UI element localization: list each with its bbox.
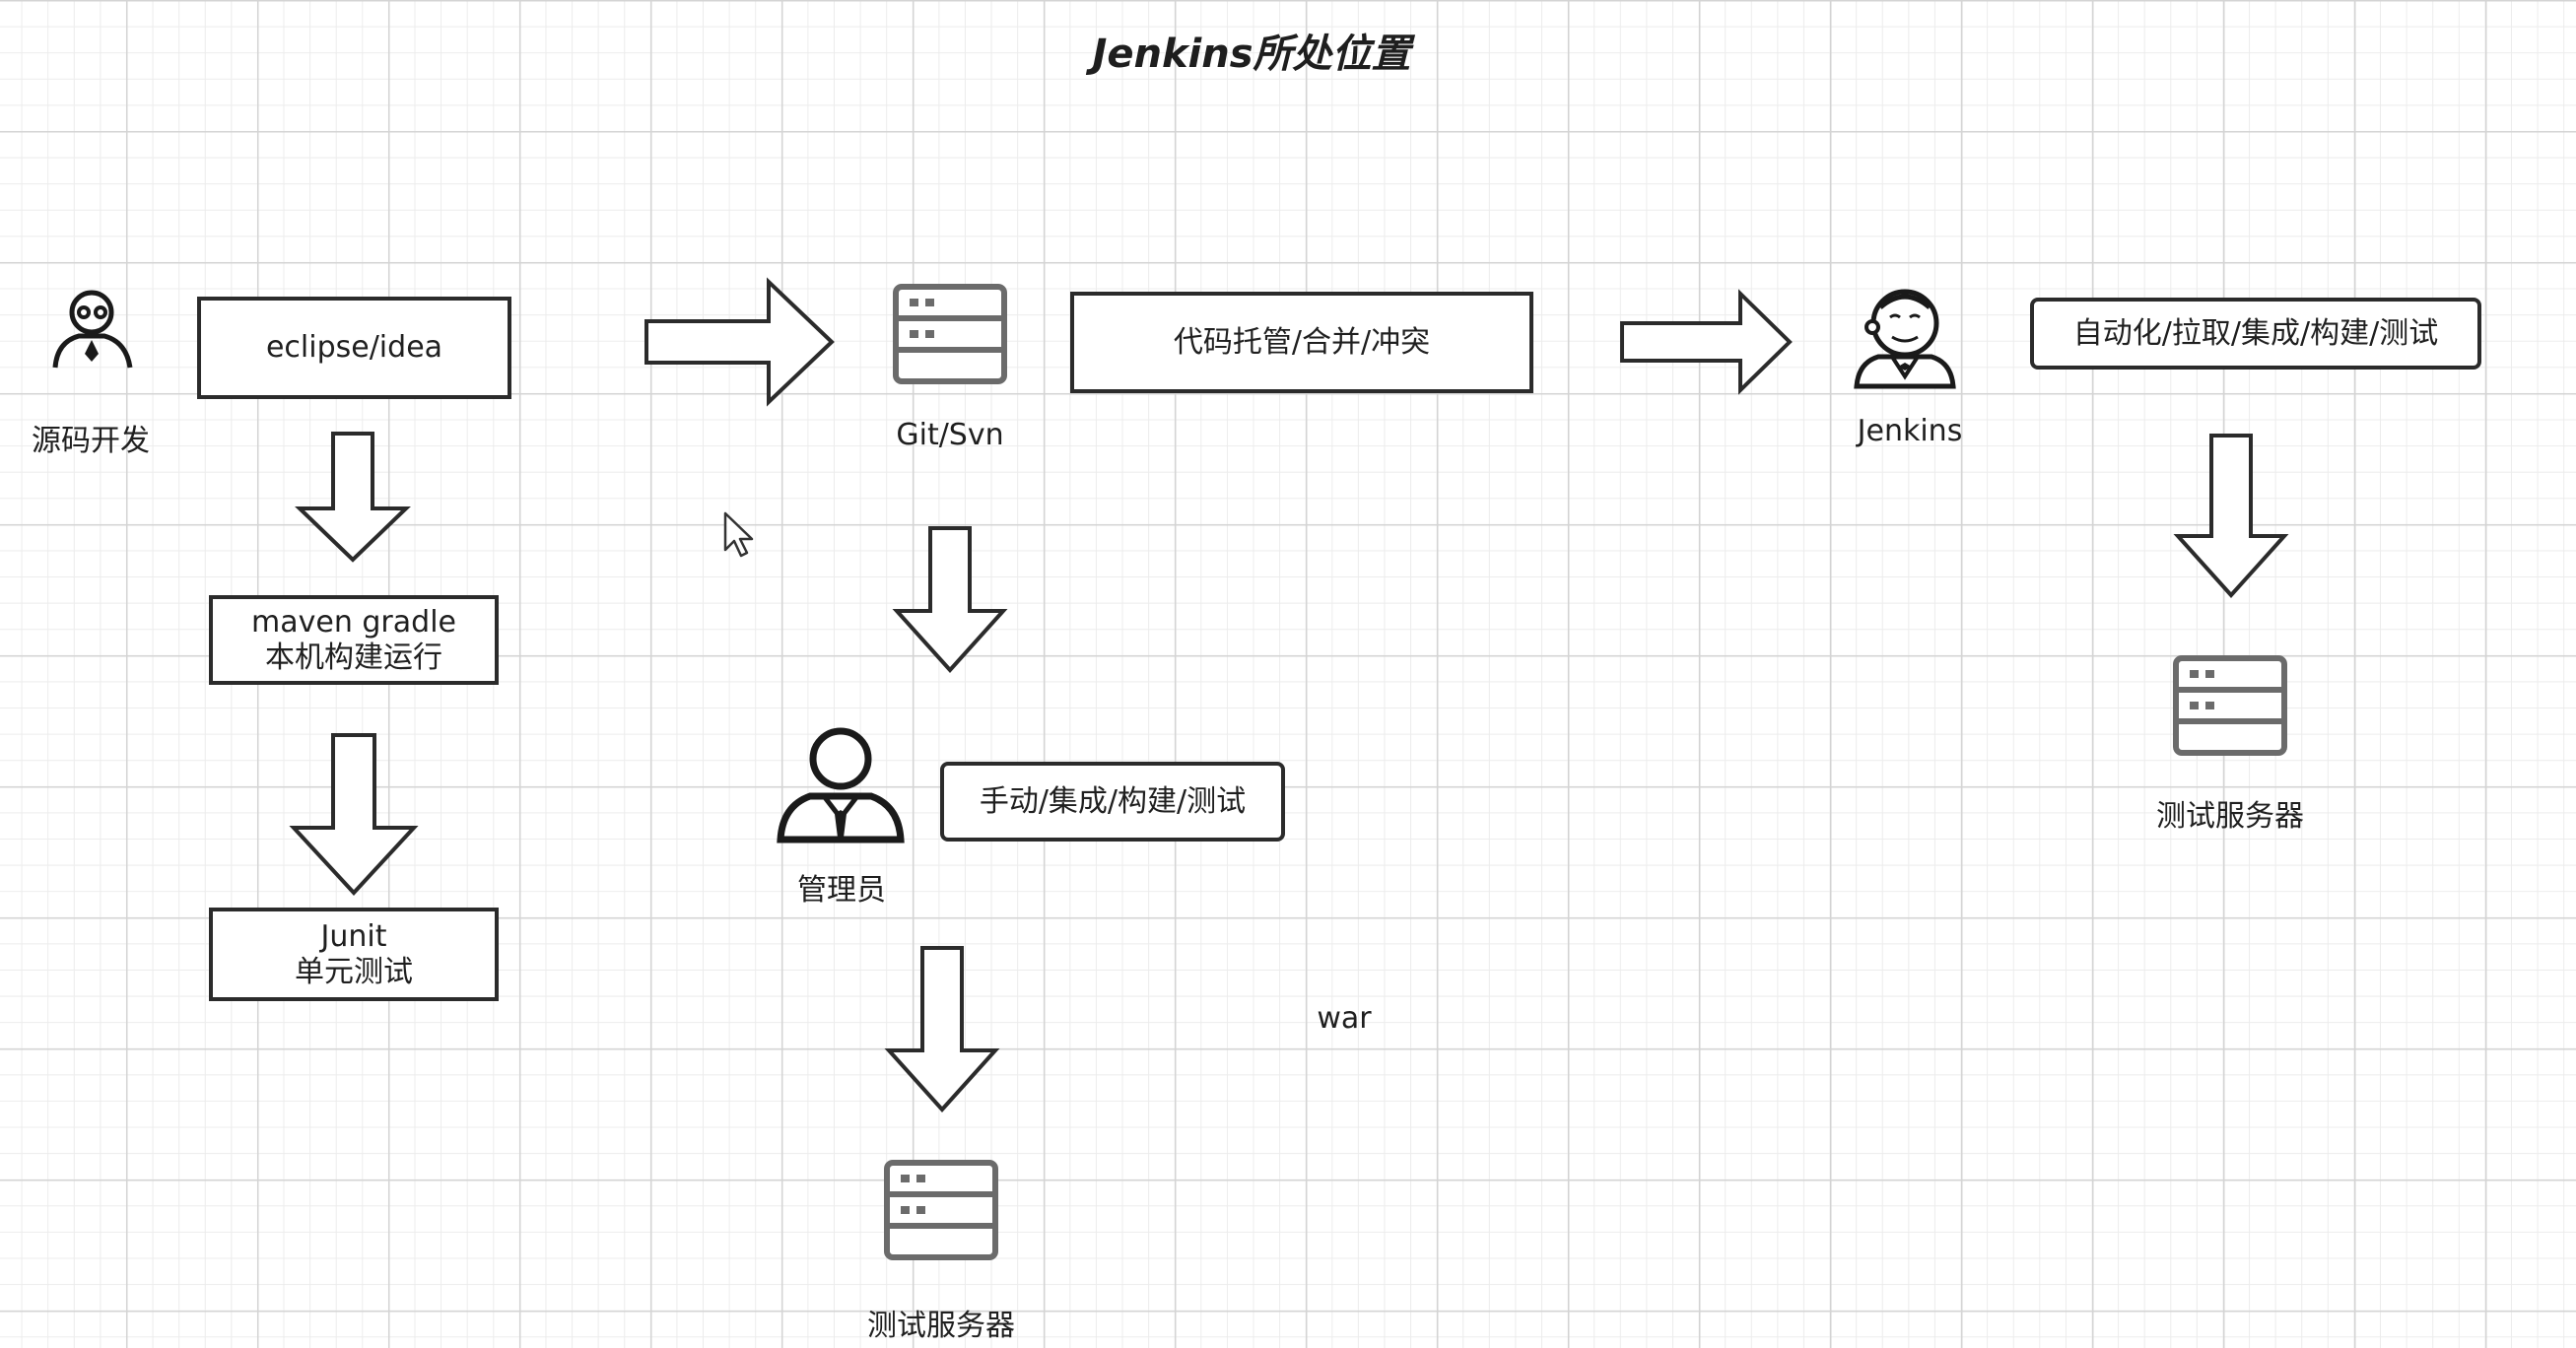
war-label: war [1317, 1001, 1372, 1036]
test-server-right-label: 测试服务器 [2156, 799, 2304, 834]
auto-box-label: 自动化/拉取/集成/构建/测试 [2072, 315, 2439, 351]
arrow-auto-to-test-server [2173, 434, 2289, 598]
manual-box-label: 手动/集成/构建/测试 [979, 783, 1247, 819]
arrow-ide-to-maven [295, 432, 411, 563]
junit-box: Junit 单元测试 [209, 908, 499, 1001]
ide-box-label: eclipse/idea [265, 330, 443, 365]
test-server-right-icon [2173, 655, 2287, 756]
maven-box-line1: maven gradle [251, 604, 456, 640]
developer-label: 源码开发 [32, 424, 150, 458]
git-label: Git/Svn [896, 418, 1004, 452]
test-server-bottom-icon [884, 1160, 998, 1260]
arrow-admin-to-test-server [884, 946, 1000, 1112]
developer-icon [52, 290, 133, 369]
admin-user-icon [777, 727, 905, 843]
arrow-git-to-jenkins [1620, 289, 1793, 395]
maven-box-line2: 本机构建运行 [265, 640, 442, 675]
jenkins-label: Jenkins [1857, 414, 1963, 448]
test-server-bottom-label: 测试服务器 [867, 1309, 1015, 1343]
repo-box: 代码托管/合并/冲突 [1070, 292, 1533, 393]
mouse-cursor-icon [723, 511, 754, 558]
auto-box: 自动化/拉取/集成/构建/测试 [2030, 298, 2481, 370]
junit-box-line2: 单元测试 [295, 954, 413, 989]
diagram-canvas: Jenkins所处位置 源码开发 eclipse/idea maven grad… [0, 0, 2576, 1348]
manual-box: 手动/集成/构建/测试 [940, 762, 1285, 842]
maven-box: maven gradle 本机构建运行 [209, 595, 499, 685]
admin-label: 管理员 [797, 873, 886, 908]
ide-box: eclipse/idea [197, 297, 511, 399]
jenkins-butler-icon [1854, 289, 1956, 389]
arrow-maven-to-junit [289, 733, 419, 896]
git-server-icon [893, 284, 1007, 384]
arrow-git-to-admin [892, 526, 1008, 673]
junit-box-line1: Junit [320, 918, 387, 954]
repo-box-label: 代码托管/合并/冲突 [1173, 324, 1431, 360]
arrow-dev-to-git [644, 277, 835, 407]
diagram-title: Jenkins所处位置 [1092, 32, 1411, 77]
